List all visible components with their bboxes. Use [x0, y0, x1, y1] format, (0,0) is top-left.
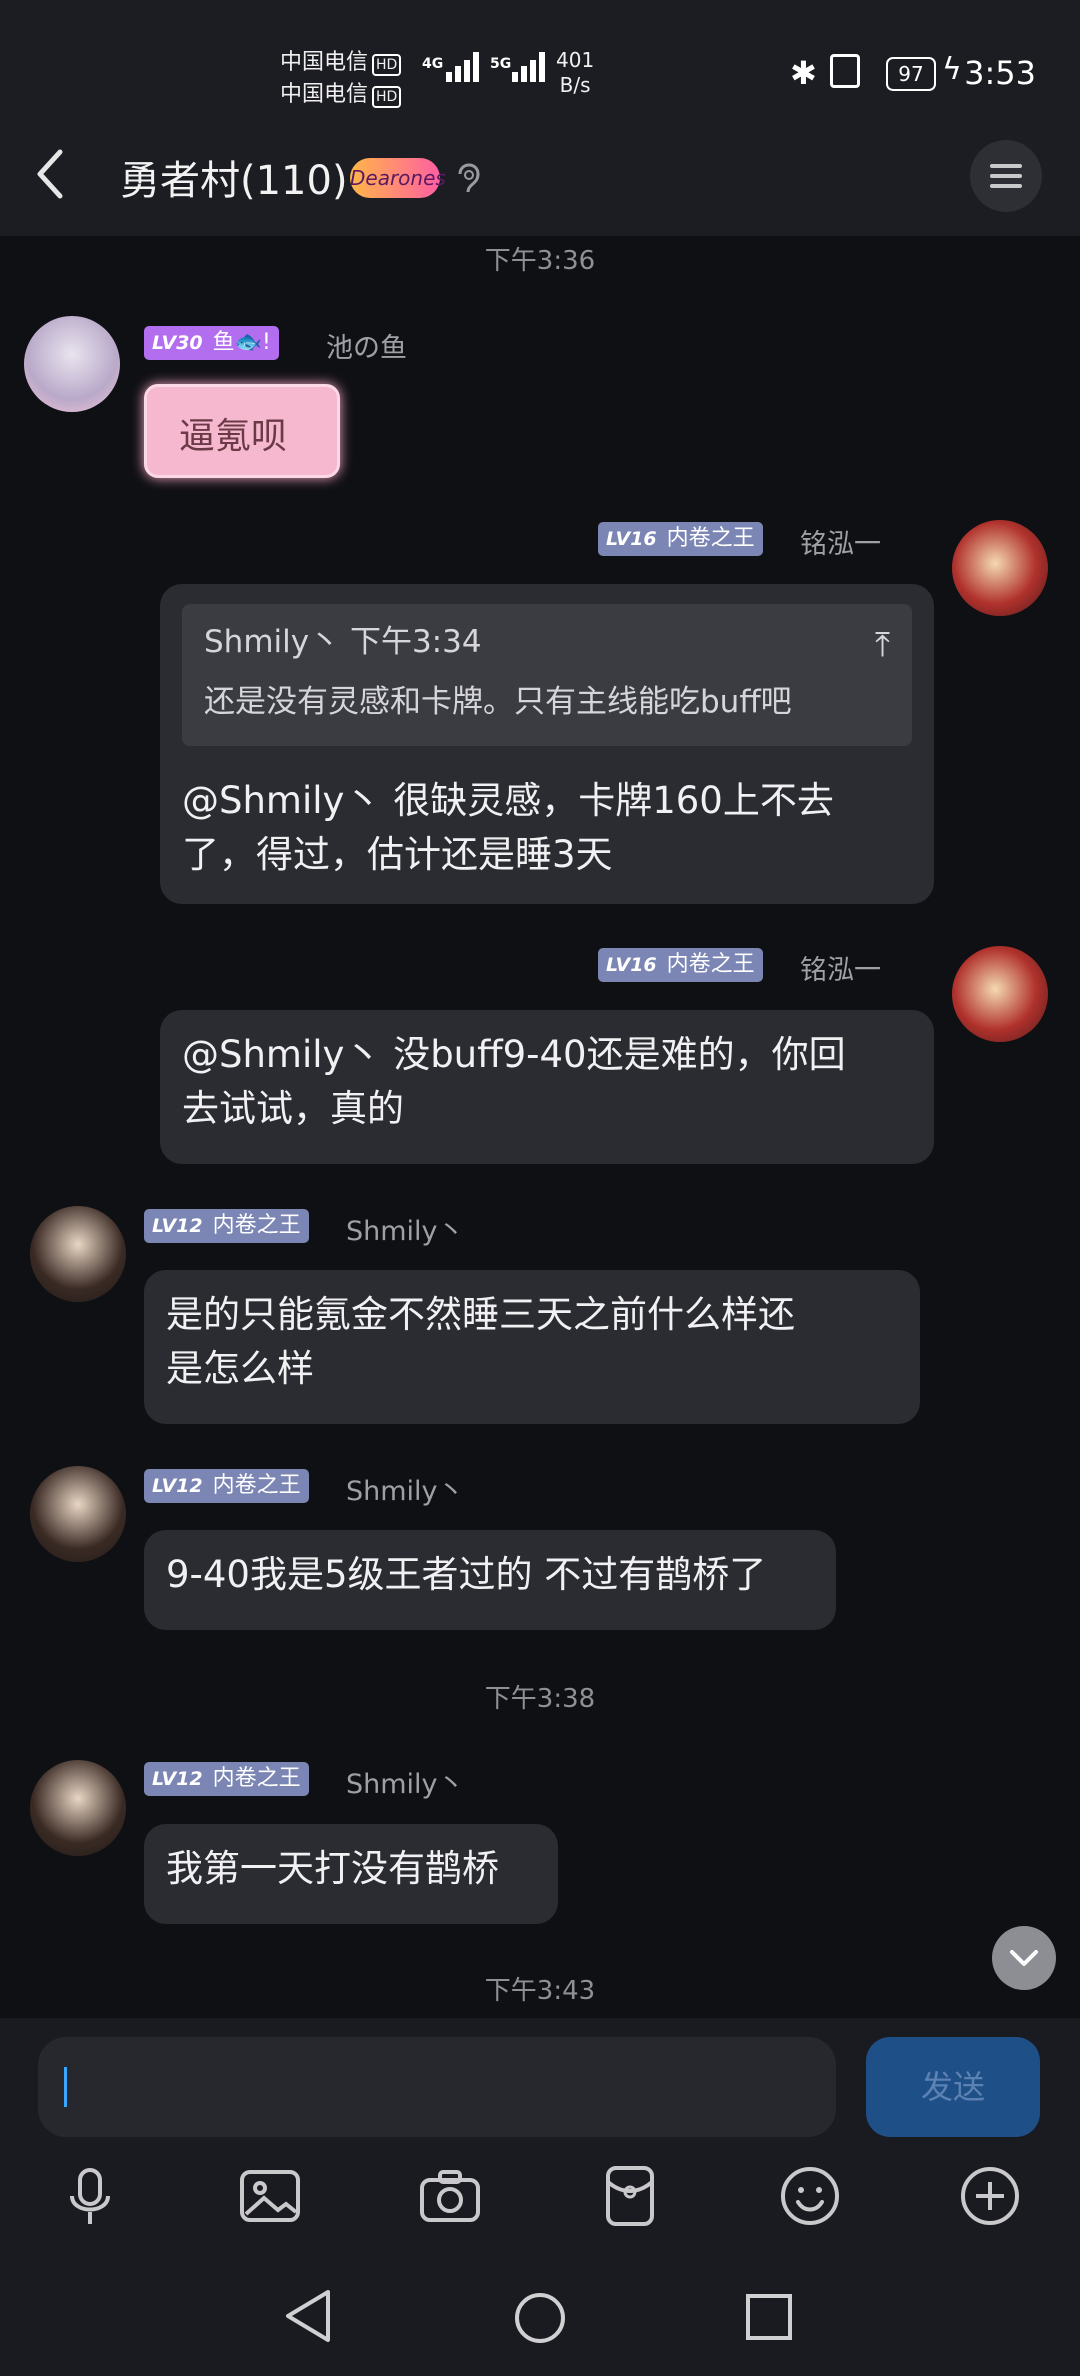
nav-back-icon[interactable] — [282, 2288, 334, 2344]
microphone-icon[interactable] — [58, 2164, 122, 2228]
message-text: 是的只能氪金不然睡三天之前什么样还 是怎么样 — [166, 1293, 795, 1390]
member-badge: LV16 内卷之王 — [598, 948, 763, 982]
timestamp: 下午3:43 — [484, 1976, 596, 2006]
quote-text: 还是没有灵感和卡牌。只有主线能吃buff吧 — [204, 684, 792, 720]
network-4g: 4G — [422, 56, 444, 72]
member-badge: LV12 内卷之王 — [144, 1469, 309, 1503]
avatar[interactable] — [952, 520, 1048, 616]
group-badge: Dearones — [350, 158, 446, 198]
status-time: 3:53 — [964, 54, 1036, 92]
text-cursor — [64, 2067, 67, 2107]
message-bubble[interactable]: 我第一天打没有鹊桥 — [144, 1824, 558, 1924]
header-bar: 中国电信 HD 中国电信 HD 4G 5G 401 B/s ✱ 97 ϟ 3:53 勇… — [0, 0, 1080, 236]
carrier-2: 中国电信 HD — [280, 76, 402, 108]
avatar[interactable] — [30, 1466, 126, 1562]
message-bubble[interactable]: 9-40我是5级王者过的 不过有鹊桥了 — [144, 1530, 836, 1630]
message-text: 9-40我是5级王者过的 不过有鹊桥了 — [166, 1553, 767, 1596]
timestamp: 下午3:38 — [484, 1684, 596, 1714]
sender-name: Shmily丶 — [346, 1769, 465, 1800]
sender-name: 池の鱼 — [326, 333, 407, 364]
timestamp: 下午3:36 — [484, 246, 596, 276]
quote-header: Shmily丶 下午3:34 — [204, 624, 482, 660]
sender-name: 铭泓一 — [800, 955, 881, 986]
chat-title: 勇者村(110) — [120, 158, 348, 204]
ear-icon[interactable] — [454, 158, 482, 198]
sender-name: Shmily丶 — [346, 1216, 465, 1247]
signal-icon-1 — [446, 52, 482, 82]
battery-indicator: 97 — [886, 57, 936, 91]
avatar[interactable] — [952, 946, 1048, 1042]
message-bubble[interactable]: Shmily丶 下午3:34 还是没有灵感和卡牌。只有主线能吃buff吧 ⤒ @… — [160, 584, 934, 904]
sender-name: 铭泓一 — [800, 529, 881, 560]
network-5g: 5G — [490, 56, 512, 72]
menu-button[interactable] — [970, 140, 1042, 212]
vibrate-icon — [830, 54, 860, 88]
avatar[interactable] — [30, 1760, 126, 1856]
avatar[interactable] — [24, 316, 120, 412]
message-bubble[interactable]: @Shmily丶 没buff9-40还是难的，你回 去试试，真的 — [160, 1010, 934, 1164]
red-packet-icon[interactable] — [598, 2164, 662, 2228]
chevron-down-icon — [1010, 1950, 1038, 1966]
message-text: @Shmily丶 很缺灵感，卡牌160上不去 了，得过，估计还是睡3天 — [182, 779, 834, 876]
nav-home-icon[interactable] — [512, 2290, 568, 2346]
carrier-1: 中国电信 HD — [280, 44, 402, 76]
back-arrow-icon[interactable] — [30, 148, 70, 200]
message-bubble[interactable]: 是的只能氪金不然睡三天之前什么样还 是怎么样 — [144, 1270, 920, 1424]
member-badge: LV12 内卷之王 — [144, 1762, 309, 1796]
jump-to-quote-icon[interactable]: ⤒ — [875, 618, 890, 672]
signal-icon-2 — [512, 52, 548, 82]
network-speed: 401 B/s — [556, 48, 595, 97]
bluetooth-icon: ✱ — [790, 54, 817, 92]
plus-icon[interactable] — [958, 2164, 1022, 2228]
charging-icon: ϟ — [942, 52, 962, 87]
camera-icon[interactable] — [418, 2164, 482, 2228]
avatar[interactable] — [30, 1206, 126, 1302]
nav-recent-icon[interactable] — [744, 2292, 794, 2342]
send-button[interactable]: 发送 — [866, 2037, 1040, 2137]
sender-name: Shmily丶 — [346, 1476, 465, 1507]
image-icon[interactable] — [238, 2164, 302, 2228]
quoted-message[interactable]: Shmily丶 下午3:34 还是没有灵感和卡牌。只有主线能吃buff吧 ⤒ — [182, 604, 912, 746]
member-badge: LV30 鱼🐟! — [144, 326, 279, 360]
member-badge: LV16 内卷之王 — [598, 522, 763, 556]
member-badge: LV12 内卷之王 — [144, 1209, 309, 1243]
message-input[interactable] — [38, 2037, 836, 2137]
message-text: 逼氪呗 — [179, 416, 288, 457]
message-text: 我第一天打没有鹊桥 — [166, 1847, 499, 1890]
message-text: @Shmily丶 没buff9-40还是难的，你回 去试试，真的 — [182, 1033, 846, 1130]
emoji-icon[interactable] — [778, 2164, 842, 2228]
message-bubble[interactable]: 逼氪呗 — [144, 384, 340, 478]
